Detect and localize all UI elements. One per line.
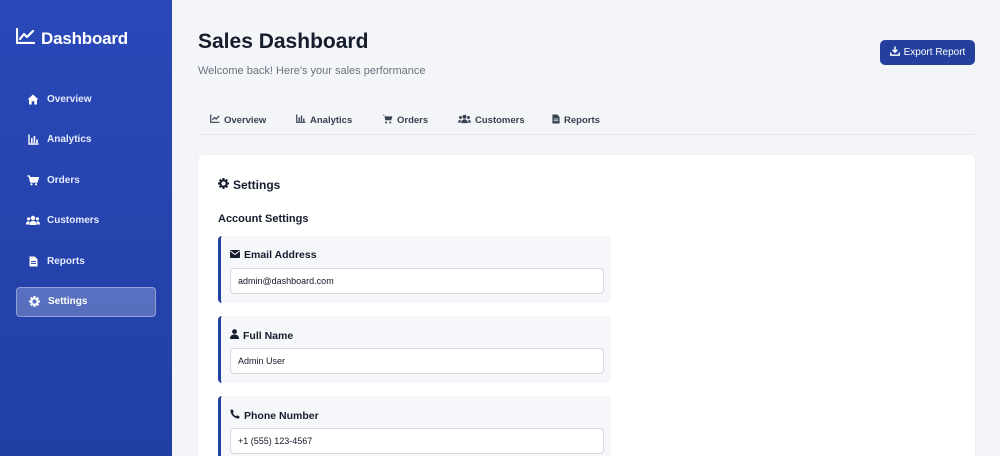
bar-chart-icon xyxy=(26,133,40,147)
sidebar-item-analytics[interactable]: Analytics xyxy=(16,125,156,155)
home-icon xyxy=(26,92,40,106)
sidebar-item-settings[interactable]: Settings xyxy=(16,286,156,317)
settings-title: Settings xyxy=(218,178,280,192)
settings-title-text: Settings xyxy=(233,178,281,192)
brand[interactable]: Dashboard xyxy=(15,27,128,49)
tab-label: Orders xyxy=(397,115,429,126)
tab-customers[interactable]: Customers xyxy=(458,114,525,127)
sidebar-item-overview[interactable]: Overview xyxy=(16,84,156,114)
envelope-icon xyxy=(230,249,240,261)
email-label: Email Address xyxy=(230,249,317,261)
export-report-button[interactable]: Export Report xyxy=(880,40,975,65)
user-icon xyxy=(230,329,239,342)
download-icon xyxy=(889,46,900,59)
main-content: Sales Dashboard Welcome back! Here's you… xyxy=(172,0,1000,456)
phone-icon xyxy=(230,409,240,422)
bar-chart-icon xyxy=(296,114,306,126)
email-label-text: Email Address xyxy=(244,249,317,261)
cart-icon xyxy=(382,114,393,127)
gear-icon xyxy=(27,295,41,309)
file-icon xyxy=(552,114,560,127)
tab-label: Overview xyxy=(224,114,267,126)
full-name-label-text: Full Name xyxy=(243,329,294,342)
users-icon xyxy=(458,114,471,127)
tab-orders[interactable]: Orders xyxy=(382,114,428,127)
account-settings-heading: Account Settings xyxy=(218,213,309,225)
sidebar-item-customers[interactable]: Customers xyxy=(16,206,156,236)
page-title: Sales Dashboard xyxy=(198,30,369,53)
tab-reports[interactable]: Reports xyxy=(552,114,600,127)
sidebar-nav: Overview Analytics Orders Customers Repo… xyxy=(16,84,156,327)
phone-input[interactable] xyxy=(230,428,604,454)
sidebar-item-label: Reports xyxy=(47,255,85,267)
sidebar: Dashboard Overview Analytics Orders Cust… xyxy=(0,0,172,456)
full-name-field-group: Full Name xyxy=(218,316,611,383)
tab-label: Reports xyxy=(564,115,600,126)
settings-card: Settings Account Settings Email Address … xyxy=(198,155,975,456)
tab-label: Analytics xyxy=(310,114,353,126)
tab-label: Customers xyxy=(475,115,525,126)
chart-line-icon xyxy=(210,114,220,126)
tab-overview[interactable]: Overview xyxy=(210,114,266,126)
sidebar-item-label: Orders xyxy=(47,174,80,186)
users-icon xyxy=(26,214,40,228)
email-input[interactable] xyxy=(230,268,604,294)
cart-icon xyxy=(26,173,40,187)
sidebar-item-reports[interactable]: Reports xyxy=(16,246,156,276)
sidebar-item-orders[interactable]: Orders xyxy=(16,165,156,195)
full-name-input[interactable] xyxy=(230,348,604,374)
sidebar-item-label: Overview xyxy=(47,93,92,105)
chart-line-icon xyxy=(15,27,36,49)
phone-label: Phone Number xyxy=(230,409,319,422)
email-field-group: Email Address xyxy=(218,236,611,303)
file-icon xyxy=(26,254,40,268)
sidebar-item-label: Settings xyxy=(48,296,88,307)
brand-title: Dashboard xyxy=(41,28,128,48)
sidebar-item-label: Customers xyxy=(47,215,100,226)
tab-bar: Overview Analytics Orders Customers Repo… xyxy=(198,105,975,135)
page-subtitle: Welcome back! Here's your sales performa… xyxy=(198,65,426,77)
gear-icon xyxy=(218,178,229,192)
full-name-label: Full Name xyxy=(230,329,293,342)
phone-field-group: Phone Number xyxy=(218,396,611,456)
tab-analytics[interactable]: Analytics xyxy=(296,114,352,126)
export-report-label: Export Report xyxy=(903,47,966,58)
phone-label-text: Phone Number xyxy=(244,409,319,422)
sidebar-item-label: Analytics xyxy=(47,134,92,145)
